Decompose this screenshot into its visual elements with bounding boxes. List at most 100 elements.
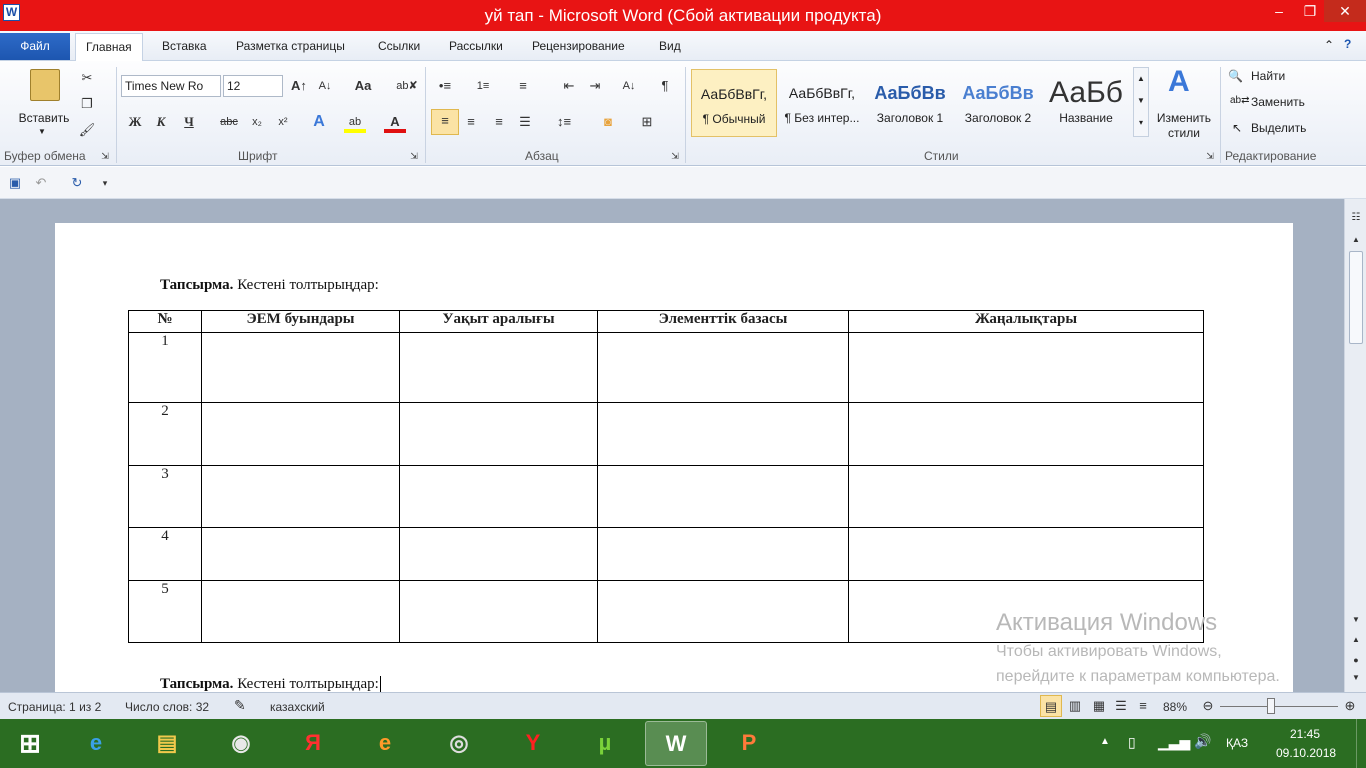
paste-button[interactable]: Вставить bbox=[14, 111, 74, 125]
bold-button[interactable]: Ж bbox=[124, 111, 146, 133]
paste-dropdown-icon[interactable]: ▼ bbox=[38, 127, 46, 136]
previous-page-icon[interactable]: ▲ bbox=[1345, 629, 1366, 651]
select-button[interactable]: Выделить bbox=[1251, 121, 1306, 135]
style-no-spacing[interactable]: АаБбВвГг, ¶ Без интер... bbox=[779, 69, 865, 137]
chrome-icon[interactable]: ◉ bbox=[210, 721, 272, 766]
powerpoint-icon[interactable]: P bbox=[718, 721, 780, 766]
table-cell[interactable] bbox=[848, 402, 1204, 466]
shading-icon[interactable]: ◙ bbox=[597, 111, 619, 133]
help-icon[interactable]: ? bbox=[1344, 37, 1351, 51]
tab-home[interactable]: Главная bbox=[75, 33, 143, 62]
styles-launcher-icon[interactable]: ⇲ bbox=[1203, 149, 1217, 163]
tab-mailings[interactable]: Рассылки bbox=[449, 39, 503, 53]
tab-file[interactable]: Файл bbox=[0, 33, 70, 60]
highlight-icon[interactable]: ab bbox=[344, 111, 366, 133]
battery-icon[interactable]: ▯ bbox=[1128, 734, 1136, 751]
clipboard-launcher-icon[interactable]: ⇲ bbox=[98, 149, 112, 163]
table-cell[interactable] bbox=[399, 465, 598, 528]
tab-view[interactable]: Вид bbox=[659, 39, 681, 53]
utorrent-icon[interactable]: µ bbox=[574, 721, 636, 766]
web-layout-icon[interactable]: ▦ bbox=[1088, 695, 1110, 717]
close-icon[interactable]: ✕ bbox=[1324, 0, 1366, 22]
strikethrough-icon[interactable]: abc bbox=[218, 111, 240, 133]
volume-icon[interactable]: 🔊 bbox=[1194, 733, 1211, 750]
align-right-icon[interactable]: ≡ bbox=[488, 111, 510, 133]
format-painter-icon[interactable]: 🖌 bbox=[76, 119, 98, 141]
redo-icon[interactable]: ↻ bbox=[66, 172, 88, 194]
customize-qat-icon[interactable]: ▾ bbox=[94, 172, 116, 194]
bullets-icon[interactable]: •≡ bbox=[434, 75, 456, 97]
change-styles-button[interactable]: Изменить стили bbox=[1150, 111, 1218, 141]
justify-icon[interactable]: ☰ bbox=[514, 111, 536, 133]
text-effects-icon[interactable]: A bbox=[308, 111, 330, 133]
copy-icon[interactable]: ❐ bbox=[76, 93, 98, 115]
change-styles-icon[interactable]: A bbox=[1168, 65, 1190, 99]
replace-icon[interactable]: ab⇄ bbox=[1230, 95, 1250, 106]
shrink-font-icon[interactable]: A↓ bbox=[314, 75, 336, 97]
scroll-up-icon[interactable]: ▲ bbox=[1345, 229, 1366, 251]
sort-icon[interactable]: A↓ bbox=[618, 75, 640, 97]
next-page-icon[interactable]: ▼ bbox=[1345, 667, 1366, 689]
yandex-icon[interactable]: Я bbox=[282, 721, 344, 766]
table-cell[interactable] bbox=[399, 580, 598, 643]
style-title[interactable]: АаБб Название bbox=[1043, 69, 1129, 137]
numbering-icon[interactable]: 1≡ bbox=[472, 75, 494, 97]
line-spacing-icon[interactable]: ↕≡ bbox=[553, 111, 575, 133]
find-icon[interactable]: 🔍 bbox=[1228, 69, 1243, 83]
change-case-icon[interactable]: Aa bbox=[352, 75, 374, 97]
table-cell[interactable] bbox=[399, 527, 598, 581]
language-status[interactable]: казахский bbox=[270, 700, 325, 714]
tab-references[interactable]: Ссылки bbox=[378, 39, 420, 53]
align-left-icon[interactable]: ≡ bbox=[431, 109, 459, 135]
tray-expand-icon[interactable]: ▲ bbox=[1100, 736, 1110, 747]
tab-review[interactable]: Рецензирование bbox=[532, 39, 625, 53]
select-icon[interactable]: ↖ bbox=[1232, 121, 1242, 135]
font-color-icon[interactable]: A bbox=[384, 111, 406, 133]
undo-icon[interactable]: ↶ bbox=[30, 172, 52, 194]
tab-page-layout[interactable]: Разметка страницы bbox=[236, 39, 345, 53]
table-cell[interactable] bbox=[399, 332, 598, 403]
table-cell[interactable] bbox=[597, 332, 849, 403]
grow-font-icon[interactable]: A↑ bbox=[288, 75, 310, 97]
word-count[interactable]: Число слов: 32 bbox=[125, 700, 209, 714]
file-explorer-icon[interactable]: ▤ bbox=[136, 721, 198, 766]
paragraph-launcher-icon[interactable]: ⇲ bbox=[668, 149, 682, 163]
style-heading-1[interactable]: АаБбВв Заголовок 1 bbox=[867, 69, 953, 137]
style-heading-2[interactable]: АаБбВв Заголовок 2 bbox=[955, 69, 1041, 137]
zoom-in-icon[interactable]: ⊕ bbox=[1339, 695, 1361, 717]
table-cell[interactable] bbox=[597, 402, 849, 466]
yandex-browser-icon[interactable]: Y bbox=[502, 721, 564, 766]
media-player-icon[interactable]: ◎ bbox=[428, 721, 490, 766]
styles-scroll-icon[interactable]: ▲ ▼ ▾ bbox=[1133, 67, 1149, 137]
table-cell[interactable] bbox=[597, 527, 849, 581]
italic-button[interactable]: К bbox=[150, 111, 172, 133]
font-name-combo[interactable]: Times New Ro bbox=[121, 75, 221, 97]
zoom-slider-thumb[interactable] bbox=[1267, 698, 1275, 714]
subscript-icon[interactable]: x₂ bbox=[246, 111, 268, 133]
restore-icon[interactable]: ❐ bbox=[1296, 0, 1324, 22]
table-cell[interactable] bbox=[848, 332, 1204, 403]
zoom-slider[interactable] bbox=[1220, 706, 1338, 707]
zoom-out-icon[interactable]: ⊖ bbox=[1197, 695, 1219, 717]
underline-button[interactable]: Ч bbox=[178, 111, 200, 133]
table-cell[interactable] bbox=[201, 527, 400, 581]
tab-insert[interactable]: Вставка bbox=[162, 39, 207, 53]
font-launcher-icon[interactable]: ⇲ bbox=[407, 149, 421, 163]
table-cell[interactable] bbox=[848, 465, 1204, 528]
table-cell[interactable] bbox=[201, 580, 400, 643]
superscript-icon[interactable]: x² bbox=[272, 111, 294, 133]
decrease-indent-icon[interactable]: ⇤ bbox=[558, 75, 580, 97]
scroll-thumb[interactable] bbox=[1349, 251, 1363, 344]
save-icon[interactable]: ▣ bbox=[4, 172, 26, 194]
font-size-combo[interactable]: 12 bbox=[223, 75, 283, 97]
minimize-ribbon-icon[interactable]: ⌃ bbox=[1324, 38, 1334, 52]
full-screen-reading-icon[interactable]: ▥ bbox=[1064, 695, 1086, 717]
cut-icon[interactable]: ✂ bbox=[76, 67, 98, 89]
clear-formatting-icon[interactable]: ab✘ bbox=[396, 75, 418, 97]
clock-date[interactable]: 09.10.2018 bbox=[1276, 746, 1336, 760]
print-layout-icon[interactable]: ▤ bbox=[1040, 695, 1062, 717]
minimize-icon[interactable]: – bbox=[1262, 0, 1296, 22]
outline-icon[interactable]: ☰ bbox=[1110, 695, 1132, 717]
scroll-down-icon[interactable]: ▼ bbox=[1345, 609, 1366, 631]
network-icon[interactable]: ▁▃▅ bbox=[1158, 734, 1190, 751]
